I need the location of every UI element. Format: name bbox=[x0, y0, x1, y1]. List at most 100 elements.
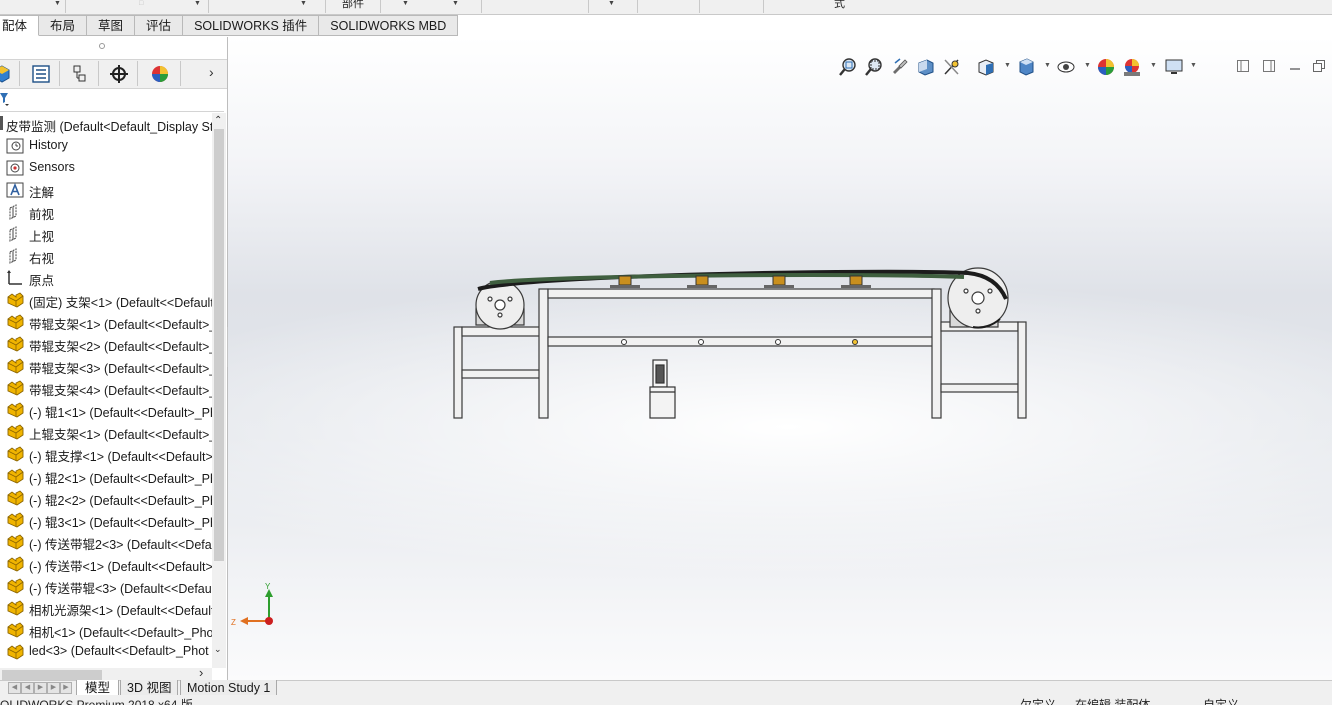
tree-item[interactable]: 相机<1> (Default<<Default>_Phot bbox=[0, 619, 212, 641]
tree-item[interactable]: 带辊支架<1> (Default<<Default>_Phot bbox=[0, 311, 212, 333]
configuration-manager-icon bbox=[73, 65, 85, 81]
tree-item[interactable]: led<3> (Default<<Default>_Phot bbox=[0, 641, 212, 663]
tree-item-label: (-) 传送带辊<3> (Default<<Default>_Phot bbox=[29, 582, 212, 596]
bolt bbox=[507, 296, 513, 302]
tree-filter[interactable] bbox=[0, 87, 224, 112]
tree-item[interactable]: (-) 传送带辊2<3> (Default<<Default>_Phot bbox=[0, 531, 212, 553]
part-icon bbox=[7, 314, 24, 330]
tree-hscroll-thumb[interactable] bbox=[2, 670, 102, 680]
tree-root-label: 皮带监测 (Default<Default_Display State-1>) bbox=[6, 120, 212, 134]
status-bar: SOLIDWORKS Premium 2018 x64 版 欠定义 在编辑 装配… bbox=[0, 695, 1332, 705]
triad-y-label: Y bbox=[265, 582, 271, 591]
tree-item[interactable]: (-) 辊1<1> (Default<<Default>_Phot bbox=[0, 399, 212, 421]
tree-item[interactable]: 上视 bbox=[0, 223, 212, 245]
tree-item[interactable]: History bbox=[0, 135, 212, 157]
tab-scroll-icon[interactable]: ▶ bbox=[60, 682, 72, 694]
separator bbox=[637, 0, 638, 13]
axis-triad bbox=[240, 589, 273, 625]
left-drum-hub bbox=[494, 299, 506, 311]
tab-model[interactable]: 模型 bbox=[76, 680, 120, 696]
sensor-icon bbox=[6, 160, 24, 176]
part-icon bbox=[7, 490, 24, 506]
tree-item-label: 带辊支架<1> (Default<<Default>_Phot bbox=[29, 318, 212, 332]
tree-item[interactable]: (-) 传送带辊<3> (Default<<Default>_Phot bbox=[0, 575, 212, 597]
tab-mbd[interactable]: SOLIDWORKS MBD bbox=[319, 15, 459, 36]
property-manager-tab[interactable] bbox=[22, 61, 60, 86]
dropdown-arrow-icon[interactable]: ▼ bbox=[194, 0, 201, 7]
feature-tree-icon bbox=[0, 64, 9, 83]
next-tab-arrow-icon[interactable]: ▶ bbox=[34, 682, 47, 694]
dropdown-arrow-icon[interactable]: ▼ bbox=[608, 0, 615, 7]
display-manager-tab[interactable] bbox=[139, 61, 181, 86]
tab-motion-study[interactable]: Motion Study 1 bbox=[180, 680, 278, 696]
tree-item-label: 带辊支架<3> (Default<<Default>_Phot bbox=[29, 362, 212, 376]
tree-item[interactable]: (-) 辊3<1> (Default<<Default>_Phot bbox=[0, 509, 212, 531]
chevron-right-icon[interactable]: › bbox=[209, 64, 214, 80]
tab-addins[interactable]: SOLIDWORKS 插件 bbox=[183, 15, 320, 36]
tab-sketch[interactable]: 草图 bbox=[87, 15, 136, 36]
bolt bbox=[975, 308, 981, 314]
tree-item[interactable]: 带辊支架<3> (Default<<Default>_Phot bbox=[0, 355, 212, 377]
tree-item-label: 注解 bbox=[29, 186, 55, 200]
scroll-down-icon[interactable]: ⌄ bbox=[214, 644, 222, 655]
dimxpert-manager-tab[interactable] bbox=[100, 61, 138, 86]
tree-item[interactable]: (固定) 支架<1> (Default<<Default>_Phot bbox=[0, 289, 212, 311]
tree-item[interactable]: 右视 bbox=[0, 245, 212, 267]
filter-icon[interactable] bbox=[0, 91, 12, 107]
feature-manager-tab[interactable] bbox=[0, 61, 20, 86]
bolt bbox=[497, 312, 503, 318]
tree-item[interactable]: 原点 bbox=[0, 267, 212, 289]
separator bbox=[65, 0, 66, 13]
tree-item[interactable]: Sensors bbox=[0, 157, 212, 179]
graphics-viewport[interactable]: ▼ ▼ ▼ ▼ ▼ Y Z bbox=[228, 37, 1332, 680]
tree-item[interactable]: 带辊支架<2> (Default<<Default>_Phot bbox=[0, 333, 212, 355]
dropdown-arrow-icon[interactable]: ▼ bbox=[402, 0, 409, 7]
tree-item[interactable]: 注解 bbox=[0, 179, 212, 201]
tree-item[interactable]: (-) 辊支撑<1> (Default<<Default>_Phot bbox=[0, 443, 212, 465]
configuration-manager-tab[interactable] bbox=[61, 61, 99, 86]
dropdown-arrow-icon[interactable]: ▼ bbox=[54, 0, 61, 7]
main-mid-rail bbox=[547, 336, 935, 347]
separator bbox=[325, 0, 326, 13]
separator bbox=[380, 0, 381, 13]
dropdown-arrow-icon[interactable]: ▼ bbox=[300, 0, 307, 7]
tree-item[interactable]: (-) 辊2<1> (Default<<Default>_Phot bbox=[0, 465, 212, 487]
tree-item-label: Sensors bbox=[29, 160, 75, 174]
main-leg-right bbox=[931, 288, 942, 419]
tab-layout[interactable]: 布局 bbox=[39, 15, 88, 36]
tab-3d-view[interactable]: 3D 视图 bbox=[120, 680, 179, 696]
tree-item[interactable]: 带辊支架<4> (Default<<Default>_Phot bbox=[0, 377, 212, 399]
tree-item[interactable]: 上辊支架<1> (Default<<Default>_Phot bbox=[0, 421, 212, 443]
last-tab-arrow-icon[interactable]: ▶ bbox=[47, 682, 60, 694]
tab-evaluate[interactable]: 评估 bbox=[135, 15, 184, 36]
panel-grip-icon[interactable] bbox=[99, 43, 105, 49]
tree-scroll-thumb[interactable] bbox=[214, 129, 224, 561]
left-lower-rail bbox=[461, 369, 541, 379]
prev-tab-arrow-icon[interactable]: ◀ bbox=[21, 682, 34, 694]
dropdown-arrow-icon[interactable]: □ bbox=[139, 0, 143, 7]
tree-item[interactable]: 前视 bbox=[0, 201, 212, 223]
tab-assembly[interactable]: 配体 bbox=[0, 15, 40, 36]
right-lower-rail bbox=[940, 383, 1019, 393]
part-icon bbox=[7, 512, 24, 528]
scroll-right-icon[interactable]: › bbox=[199, 665, 203, 680]
tree-root-assembly[interactable]: 皮带监测 (Default<Default_Display State-1>) bbox=[0, 113, 212, 135]
tree-item-label: (-) 辊支撑<1> (Default<<Default>_Phot bbox=[29, 450, 212, 464]
status-custom[interactable]: 自定义 bbox=[1203, 696, 1239, 705]
feature-tree: 皮带监测 (Default<Default_Display State-1>) … bbox=[0, 113, 212, 668]
dropdown-arrow-icon[interactable]: ▼ bbox=[452, 0, 459, 7]
conveyor-model[interactable]: Y Z bbox=[228, 37, 1332, 680]
menu-style[interactable]: 式 bbox=[834, 0, 845, 11]
tree-item-label: 带辊支架<4> (Default<<Default>_Phot bbox=[29, 384, 212, 398]
part-icon bbox=[7, 358, 24, 374]
menu-part[interactable]: 部件 bbox=[342, 0, 364, 11]
tree-item[interactable]: (-) 辊2<2> (Default<<Default>_Phot bbox=[0, 487, 212, 509]
status-editing: 在编辑 装配体 bbox=[1075, 698, 1151, 705]
tree-item[interactable]: (-) 传送带<1> (Default<<Default>_Phot bbox=[0, 553, 212, 575]
top-toolbar-strip: ▼ □ ▼ ▼ 部件 ▼ ▼ ▼ 式 bbox=[0, 0, 1332, 15]
first-tab-arrow-icon[interactable]: ◀ bbox=[8, 682, 21, 694]
tree-item[interactable]: 相机光源架<1> (Default<<Default>_Phot bbox=[0, 597, 212, 619]
part-icon bbox=[7, 600, 24, 616]
tree-item-label: History bbox=[29, 138, 68, 152]
scroll-up-icon[interactable]: ⌃ bbox=[214, 115, 222, 126]
